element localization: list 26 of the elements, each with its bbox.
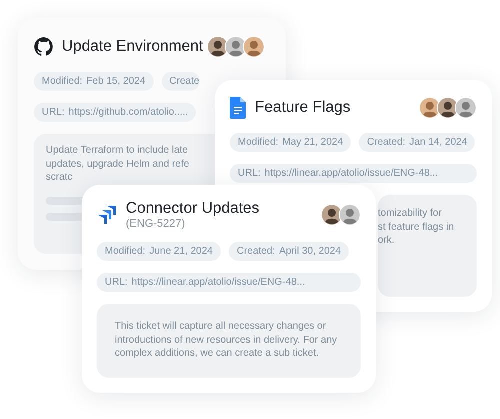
ticket-id: (ENG-5227) [126, 218, 186, 230]
description-text: tomizability for [378, 207, 442, 220]
description-text: Update Terraform to include late [46, 144, 188, 158]
description-text: ork. [378, 234, 395, 248]
date-tag: Modified: Feb 15, 2024 [34, 72, 154, 91]
date-tag: Modified: May 21, 2024 [230, 133, 352, 152]
document-icon [230, 97, 246, 119]
date-tag: Create [162, 72, 200, 91]
url-tag: URL: https://github.com/atolio..... [34, 103, 196, 122]
description-text: st feature flags in [378, 220, 454, 234]
card-title: Update Environment [62, 38, 204, 56]
date-tag: Created: Jan 14, 2024 [359, 133, 476, 152]
card-title: Connector Updates [126, 200, 260, 218]
avatar [243, 36, 266, 58]
avatar [339, 204, 361, 226]
url-tag: URL: https://linear.app/atolio/issue/ENG-48... [97, 273, 361, 292]
description-text: updates, upgrade Helm and refe [46, 158, 190, 171]
description-text: This ticket will capture all necessary changes or introductions of new resources in delivery. For any complex additions, we can create a sub ticket. [115, 320, 338, 360]
description-text: scratc [46, 171, 73, 184]
url-tag: URL: https://linear.app/atolio/issue/ENG-48... [230, 164, 477, 183]
github-icon [34, 37, 54, 57]
avatar [455, 97, 477, 119]
card-title: Feature Flags [255, 99, 351, 117]
stacked-arrows-icon [97, 205, 117, 225]
date-tag: Created: April 30, 2024 [228, 242, 350, 261]
date-tag: Modified: June 21, 2024 [97, 242, 221, 261]
